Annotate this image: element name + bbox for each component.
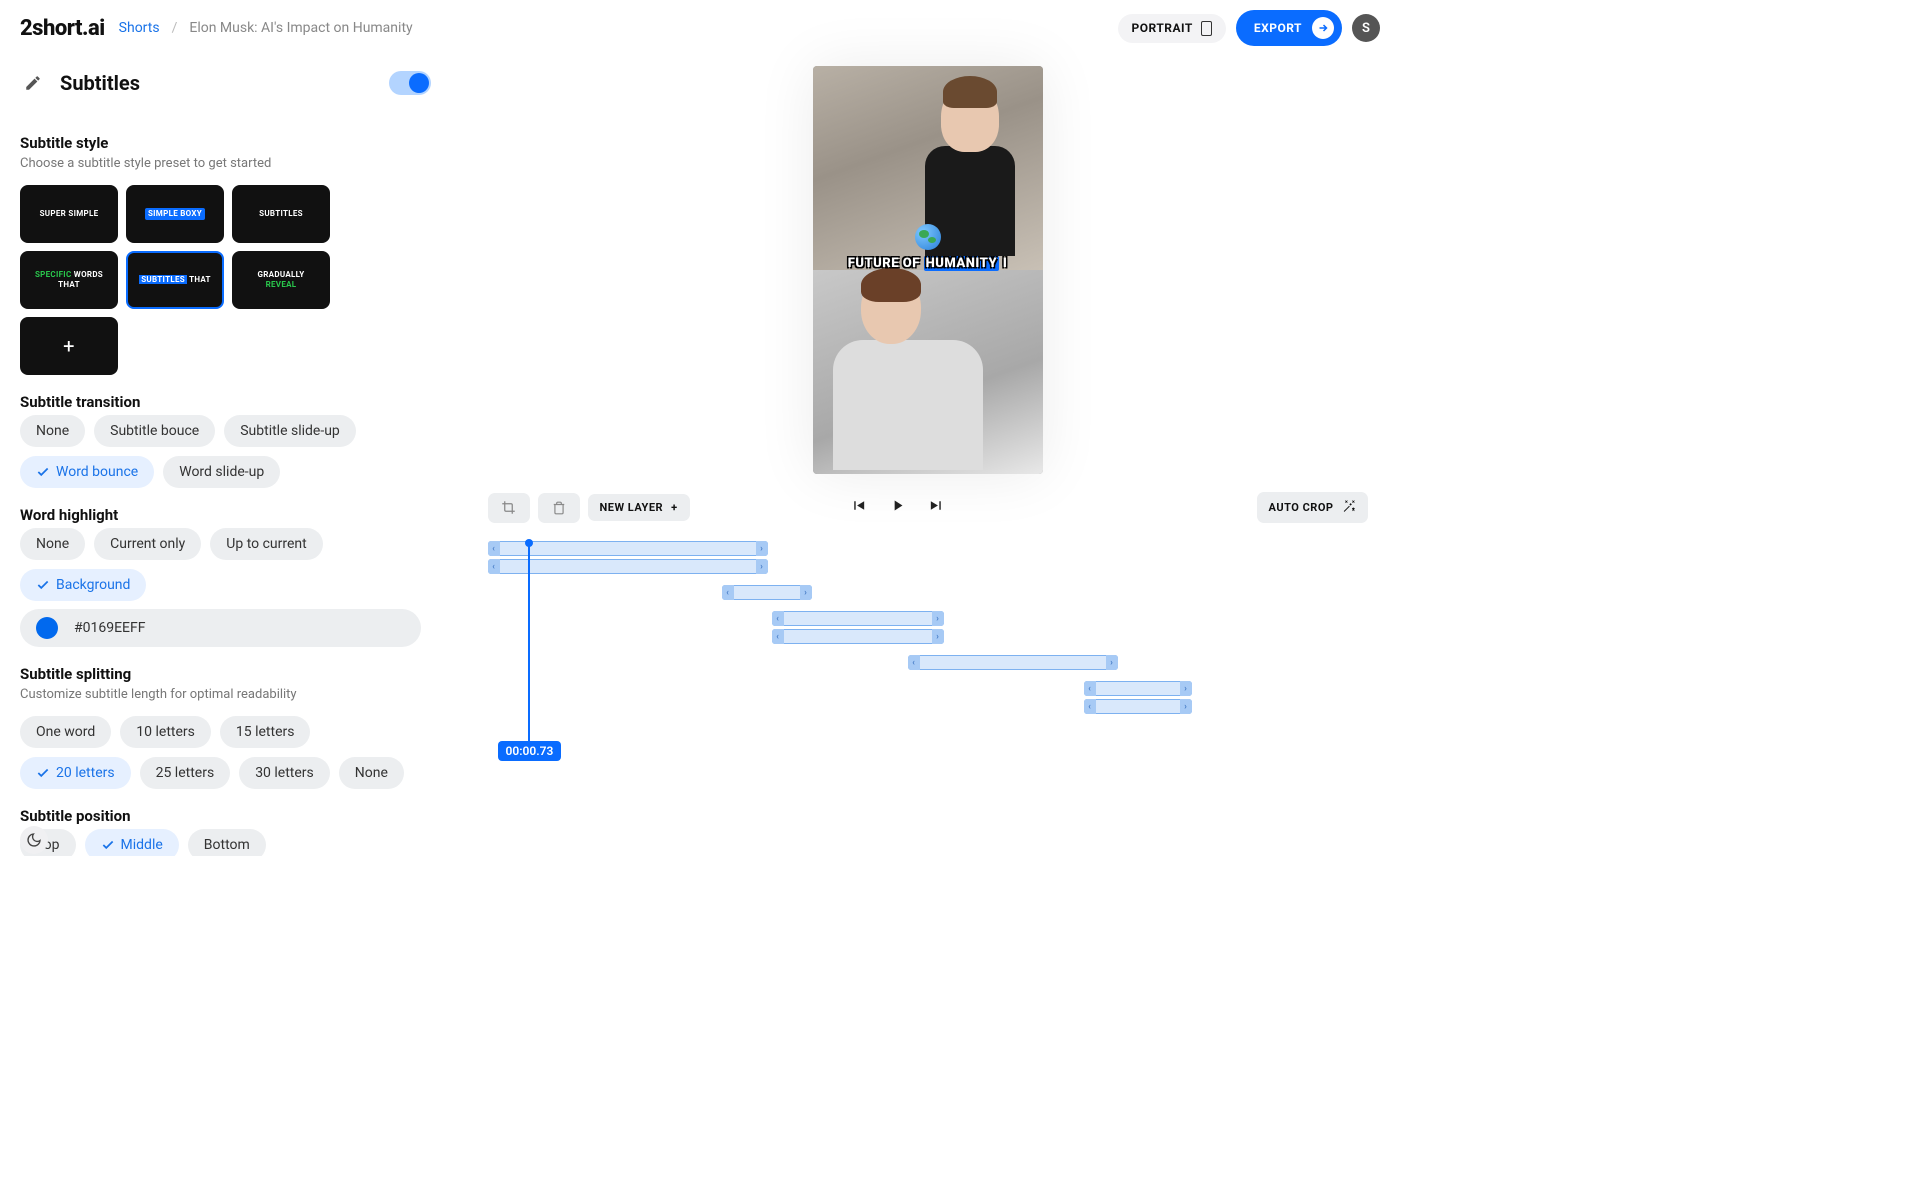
plus-icon: +	[671, 501, 678, 514]
clip-handle-left[interactable]: ‹	[908, 655, 920, 670]
style-heading: Subtitle style	[20, 134, 421, 152]
highlight-up-to-current[interactable]: Up to current	[210, 528, 322, 560]
breadcrumb-sep: /	[172, 20, 178, 36]
avatar[interactable]: S	[1352, 14, 1380, 42]
preset-add[interactable]: +	[20, 317, 118, 375]
breadcrumb-current: Elon Musk: AI's Impact on Humanity	[189, 20, 412, 36]
color-value: #0169EEFF	[74, 620, 145, 636]
splitting-30-letters[interactable]: 30 letters	[239, 757, 330, 789]
position-bottom[interactable]: Bottom	[188, 829, 266, 856]
preset-subtitles[interactable]: SUBTITLES	[232, 185, 330, 243]
export-label: EXPORT	[1254, 21, 1302, 35]
breadcrumb-link[interactable]: Shorts	[119, 20, 160, 36]
clip-handle-right[interactable]: ›	[1180, 699, 1192, 714]
color-field[interactable]: #0169EEFF	[20, 609, 421, 647]
preview-subtitle: FUTURE OF HUMANITY I	[813, 256, 1043, 271]
globe-emoji	[915, 224, 941, 250]
skip-back-button[interactable]	[850, 497, 867, 518]
splitting-20-letters[interactable]: 20 letters	[20, 757, 131, 789]
transition-row: None Subtitle bouce Subtitle slide-up Word …	[20, 415, 421, 488]
splitting-row: One word 10 letters 15 letters 20 letters 25…	[20, 716, 421, 789]
splitting-10-letters[interactable]: 10 letters	[120, 716, 211, 748]
time-badge: 00:00.73	[498, 741, 562, 761]
transition-none[interactable]: None	[20, 415, 85, 447]
clip-handle-left[interactable]: ‹	[1084, 681, 1096, 696]
highlight-heading: Word highlight	[20, 506, 421, 524]
highlight-background[interactable]: Background	[20, 569, 146, 601]
clip-handle-left[interactable]: ‹	[488, 541, 500, 556]
clip-handle-right[interactable]: ›	[932, 611, 944, 626]
breadcrumb: Shorts / Elon Musk: AI's Impact on Human…	[119, 20, 413, 36]
clip-handle-left[interactable]: ‹	[772, 629, 784, 644]
position-row: TopMiddleBottom	[20, 829, 421, 856]
new-layer-button[interactable]: NEW LAYER +	[588, 494, 690, 521]
highlight-none[interactable]: None	[20, 528, 85, 560]
skip-forward-button[interactable]	[928, 497, 945, 518]
panel-title: Subtitles	[60, 71, 140, 95]
delete-button[interactable]	[538, 493, 580, 523]
splitting-subheading: Customize subtitle length for optimal re…	[20, 687, 421, 702]
transition-subtitle-bouce[interactable]: Subtitle bouce	[94, 415, 215, 447]
pencil-icon[interactable]	[20, 70, 46, 96]
arrow-right-icon	[1312, 17, 1334, 39]
logo[interactable]: 2short.ai	[20, 16, 105, 41]
portrait-icon	[1201, 21, 1212, 36]
splitting-none[interactable]: None	[339, 757, 404, 789]
clip-handle-right[interactable]: ›	[756, 541, 768, 556]
wand-icon	[1342, 499, 1356, 516]
clip-handle-right[interactable]: ›	[932, 629, 944, 644]
export-button[interactable]: EXPORT	[1236, 10, 1342, 46]
splitting-heading: Subtitle splitting	[20, 665, 421, 683]
preset-simple-boxy[interactable]: SIMPLE BOXY	[126, 185, 224, 243]
position-middle[interactable]: Middle	[85, 829, 179, 856]
clip-handle-right[interactable]: ›	[1106, 655, 1118, 670]
splitting-25-letters[interactable]: 25 letters	[140, 757, 231, 789]
splitting-one-word[interactable]: One word	[20, 716, 111, 748]
color-swatch	[36, 617, 58, 639]
playhead[interactable]	[528, 541, 530, 746]
position-heading: Subtitle position	[20, 807, 421, 825]
timeline[interactable]: ‹›‹›‹›‹›‹›‹›‹›‹›	[488, 541, 1368, 741]
timeline-clip[interactable]: ‹›	[772, 629, 944, 644]
splitting-15-letters[interactable]: 15 letters	[220, 716, 311, 748]
theme-toggle[interactable]	[20, 826, 48, 854]
video-preview[interactable]: FUTURE OF HUMANITY I	[813, 66, 1043, 474]
crop-button[interactable]	[488, 493, 530, 523]
subtitles-toggle[interactable]	[389, 71, 431, 95]
timeline-clip[interactable]: ‹›	[772, 611, 944, 626]
preset-super-simple[interactable]: SUPER SIMPLE	[20, 185, 118, 243]
auto-crop-button[interactable]: AUTO CROP	[1257, 492, 1368, 523]
clip-handle-left[interactable]: ‹	[722, 585, 734, 600]
timeline-clip[interactable]: ‹›	[1084, 681, 1192, 696]
transition-subtitle-slide-up[interactable]: Subtitle slide-up	[224, 415, 356, 447]
preset-grid: SUPER SIMPLE SIMPLE BOXY SUBTITLES SPECI…	[20, 185, 421, 375]
preset-subtitles-that[interactable]: SUBTITLES THAT	[126, 251, 224, 309]
clip-handle-left[interactable]: ‹	[488, 559, 500, 574]
preset-gradually-reveal[interactable]: GRADUALLYREVEAL	[232, 251, 330, 309]
highlight-row: None Current only Up to current Background	[20, 528, 421, 601]
preset-specific-words[interactable]: SPECIFIC WORDS THAT	[20, 251, 118, 309]
transition-word-slide-up[interactable]: Word slide-up	[163, 456, 280, 488]
transition-heading: Subtitle transition	[20, 393, 421, 411]
play-button[interactable]	[889, 497, 906, 518]
orientation-button[interactable]: PORTRAIT	[1118, 14, 1226, 43]
clip-handle-left[interactable]: ‹	[772, 611, 784, 626]
orientation-label: PORTRAIT	[1132, 21, 1193, 35]
clip-handle-left[interactable]: ‹	[1084, 699, 1096, 714]
timeline-clip[interactable]: ‹›	[722, 585, 812, 600]
timeline-clip[interactable]: ‹›	[1084, 699, 1192, 714]
clip-handle-right[interactable]: ›	[756, 559, 768, 574]
timeline-clip[interactable]: ‹›	[488, 559, 768, 574]
timeline-clip[interactable]: ‹›	[908, 655, 1118, 670]
clip-handle-right[interactable]: ›	[1180, 681, 1192, 696]
clip-handle-right[interactable]: ›	[800, 585, 812, 600]
style-subheading: Choose a subtitle style preset to get st…	[20, 156, 421, 171]
transition-word-bounce[interactable]: Word bounce	[20, 456, 154, 488]
highlight-current-only[interactable]: Current only	[94, 528, 201, 560]
